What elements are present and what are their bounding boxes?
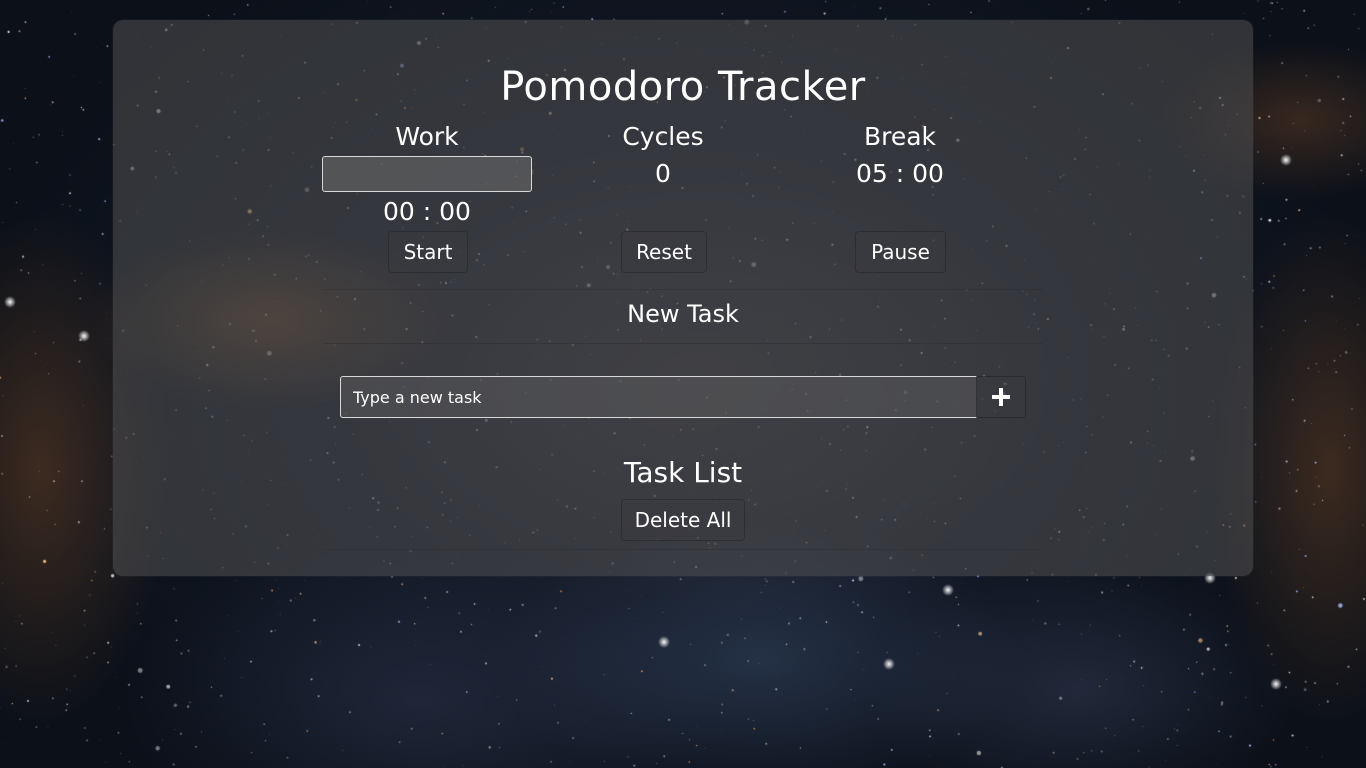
work-timer-display: 00 : 00 [383, 197, 471, 226]
pause-button[interactable]: Pause [855, 231, 946, 273]
new-task-heading: New Task [627, 300, 739, 328]
delete-all-button[interactable]: Delete All [621, 499, 745, 541]
cycles-count: 0 [655, 159, 671, 188]
cycles-label: Cycles [622, 122, 704, 151]
task-list-heading: Task List [623, 456, 743, 489]
new-task-input[interactable] [340, 376, 977, 418]
divider [323, 289, 1043, 290]
divider [323, 549, 1043, 550]
reset-button[interactable]: Reset [621, 231, 707, 273]
start-button[interactable]: Start [388, 231, 468, 273]
work-label: Work [395, 122, 459, 151]
plus-icon [992, 388, 1010, 406]
break-timer-display: 05 : 00 [856, 159, 944, 188]
break-label: Break [863, 122, 937, 151]
divider [323, 343, 1043, 344]
pomodoro-panel: Pomodoro Tracker Work 00 : 00 Start Cycl… [113, 20, 1253, 576]
add-task-button[interactable] [976, 376, 1026, 418]
work-duration-input[interactable] [322, 156, 532, 192]
